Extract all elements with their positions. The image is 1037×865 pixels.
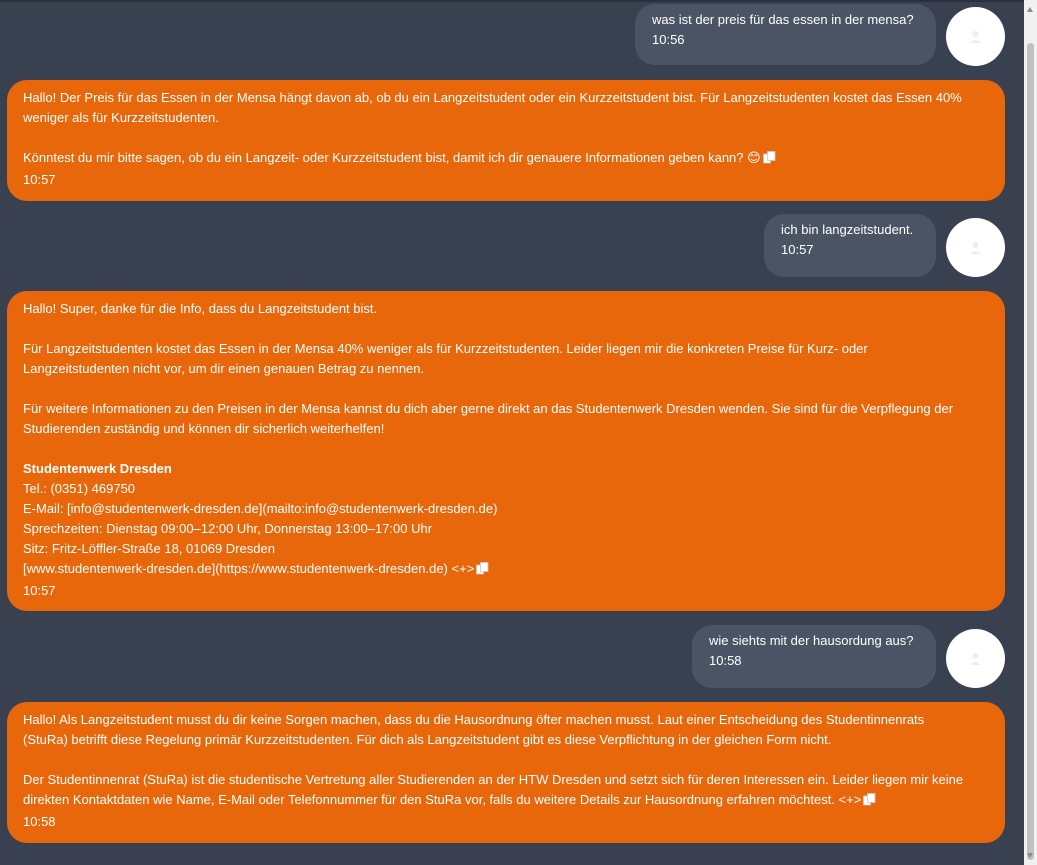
message-text: Hallo! Der Preis für das Essen in der Me… <box>23 90 962 105</box>
assistant-message: Hallo! Super, danke für die Info, dass d… <box>7 291 1005 611</box>
message-text: Für Langzeitstudenten kostet das Essen i… <box>23 341 868 356</box>
message-text <box>23 128 989 148</box>
message-time: 10:58 <box>709 653 742 668</box>
message-text: ich bin langzeitstudent. <box>781 222 914 237</box>
user-avatar <box>946 629 1005 688</box>
message-text: Hallo! Als Langzeitstudent musst du dir … <box>23 712 925 727</box>
contact-address: Sitz: Fritz-Löffler-Straße 18, 01069 Dre… <box>23 541 275 556</box>
message-text: wie siehts mit der hausordung aus? <box>709 633 914 648</box>
message-text: was ist der preis für das essen in der m… <box>652 12 914 27</box>
contact-hours: Sprechzeiten: Dienstag 09:00–12:00 Uhr, … <box>23 521 433 536</box>
user-avatar-icon <box>970 653 981 665</box>
message-text <box>23 379 989 399</box>
copy-icon[interactable] <box>476 561 489 581</box>
message-time: 10:57 <box>781 242 814 257</box>
contact-website: [www.studentenwerk-dresden.de](https://w… <box>23 561 475 576</box>
scrollbar-thumb[interactable] <box>1027 43 1034 860</box>
message-text: Für weitere Informationen zu den Preisen… <box>23 401 954 416</box>
message-text <box>23 319 989 339</box>
message-text <box>23 750 989 770</box>
message-text: weniger als für Kurzzeitstudenten. <box>23 110 219 125</box>
scroll-down-arrow-icon[interactable] <box>1027 853 1033 858</box>
user-avatar <box>946 7 1005 66</box>
message-text: Langzeitstudenten nicht vor, um dir eine… <box>23 361 425 376</box>
message-time: 10:57 <box>23 172 56 187</box>
message-text: direkten Kontaktdaten wie Name, E-Mail o… <box>23 792 862 807</box>
message-text: Könntest du mir bitte sagen, ob du ein L… <box>23 150 761 165</box>
message-text-with-copy: Könntest du mir bitte sagen, ob du ein L… <box>23 148 989 170</box>
message-text: Studierenden zuständig und können dir si… <box>23 421 385 436</box>
user-avatar <box>946 218 1005 277</box>
message-text-with-copy: [www.studentenwerk-dresden.de](https://w… <box>23 559 989 581</box>
copy-icon[interactable] <box>762 150 776 170</box>
user-message: ich bin langzeitstudent. 10:57 <box>764 214 936 277</box>
message-time: 10:56 <box>652 32 685 47</box>
user-message: was ist der preis für das essen in der m… <box>635 4 936 65</box>
message-text: Der Studentinnenrat (StuRa) ist die stud… <box>23 772 964 787</box>
message-time: 10:58 <box>23 814 56 829</box>
scroll-up-arrow-icon[interactable] <box>1027 7 1033 12</box>
copy-icon[interactable] <box>863 792 876 812</box>
message-text-with-copy: direkten Kontaktdaten wie Name, E-Mail o… <box>23 790 989 812</box>
assistant-message: Hallo! Als Langzeitstudent musst du dir … <box>7 702 1005 843</box>
message-text: (StuRa) betrifft diese Regelung primär K… <box>23 732 832 747</box>
assistant-message: Hallo! Der Preis für das Essen in der Me… <box>7 80 1005 201</box>
user-avatar-icon <box>970 242 981 254</box>
message-text: Hallo! Super, danke für die Info, dass d… <box>23 301 378 316</box>
vertical-scrollbar[interactable] <box>1024 0 1037 865</box>
user-avatar-icon <box>970 31 981 43</box>
contact-email: E-Mail: [info@studentenwerk-dresden.de](… <box>23 501 498 516</box>
contact-heading: Studentenwerk Dresden <box>23 461 172 476</box>
message-time: 10:57 <box>23 583 56 598</box>
message-text <box>23 439 989 459</box>
contact-phone: Tel.: (0351) 469750 <box>23 481 136 496</box>
chat-messages: was ist der preis für das essen in der m… <box>0 0 1024 865</box>
user-message: wie siehts mit der hausordung aus? 10:58 <box>692 625 936 688</box>
